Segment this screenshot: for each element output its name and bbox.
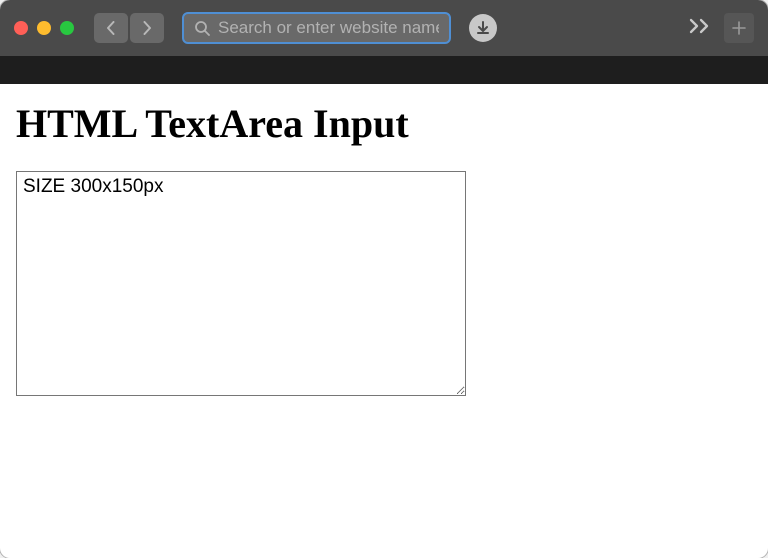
new-tab-button[interactable] [724, 13, 754, 43]
search-icon [194, 20, 210, 36]
chevrons-right-icon [688, 18, 712, 34]
maximize-window-button[interactable] [60, 21, 74, 35]
downloads-button[interactable] [469, 14, 497, 42]
address-bar[interactable] [182, 12, 451, 44]
right-toolbar [688, 13, 754, 43]
plus-icon [731, 20, 747, 36]
chevron-left-icon [106, 21, 116, 35]
titlebar [0, 0, 768, 56]
close-window-button[interactable] [14, 21, 28, 35]
overflow-button[interactable] [688, 18, 712, 39]
tab-strip [0, 56, 768, 84]
download-icon [476, 21, 490, 35]
page-title: HTML TextArea Input [16, 100, 752, 147]
address-input[interactable] [218, 18, 439, 38]
page-content: HTML TextArea Input [0, 84, 768, 417]
back-button[interactable] [94, 13, 128, 43]
nav-buttons [94, 13, 164, 43]
browser-window: HTML TextArea Input [0, 0, 768, 558]
minimize-window-button[interactable] [37, 21, 51, 35]
address-bar-wrap [182, 12, 451, 44]
forward-button[interactable] [130, 13, 164, 43]
demo-textarea[interactable] [16, 171, 466, 396]
window-controls [14, 21, 74, 35]
chevron-right-icon [142, 21, 152, 35]
